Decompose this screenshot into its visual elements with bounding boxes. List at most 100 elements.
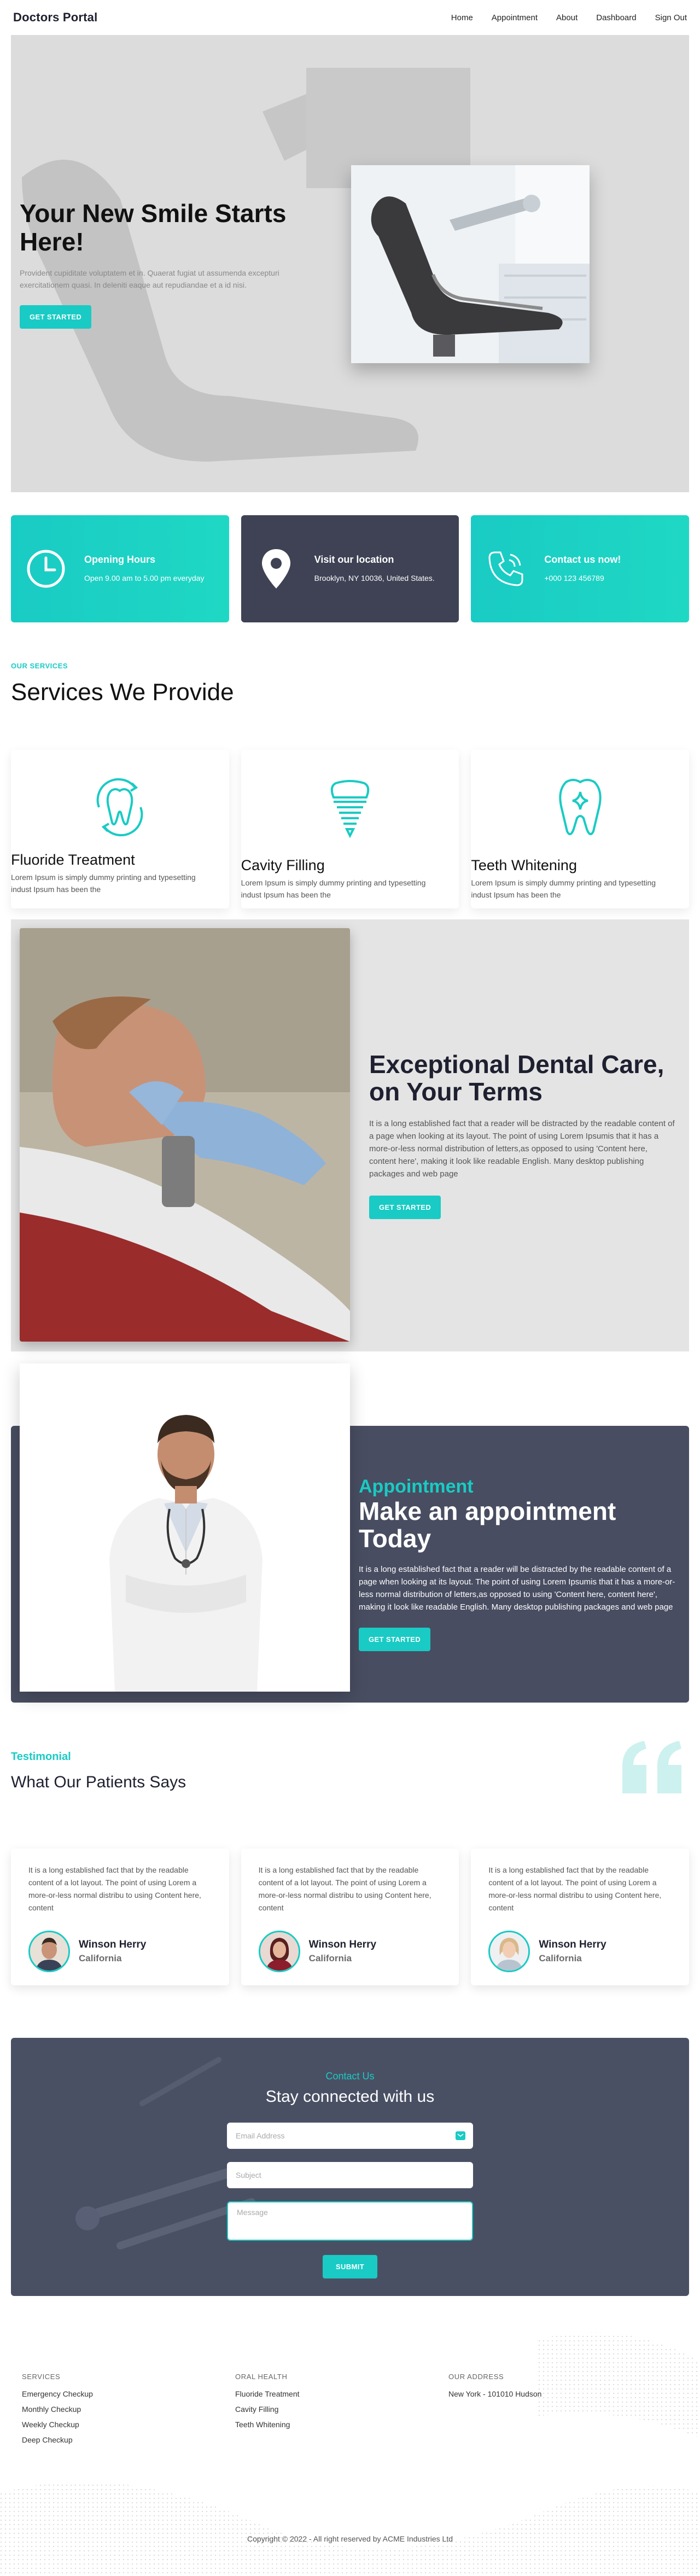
footer-column-oral-health: ORAL HEALTH Fluoride Treatment Cavity Fi… bbox=[235, 2373, 448, 2451]
exceptional-text-block: Exceptional Dental Care, on Your Terms I… bbox=[369, 1051, 675, 1219]
doctor-image bbox=[104, 1394, 268, 1692]
brand-logo[interactable]: Doctors Portal bbox=[13, 10, 97, 25]
message-field-wrapper bbox=[227, 2201, 473, 2241]
appointment-title: Make an appointment Today bbox=[359, 1497, 616, 1553]
testimonial-person: Winson Herry California bbox=[488, 1931, 672, 1972]
copyright-text: Copyright © 2022 - All right reserved by… bbox=[247, 2534, 453, 2543]
service-cards-row: Fluoride Treatment Lorem Ipsum is simply… bbox=[11, 750, 690, 908]
contact-card: Contact us now! +000 123 456789 bbox=[471, 515, 690, 622]
services-section: OUR SERVICES Services We Provide Fluorid… bbox=[0, 622, 700, 908]
testimonial-text: It is a long established fact that by th… bbox=[488, 1866, 662, 1912]
tooth-implant-icon bbox=[314, 772, 386, 843]
testimonial-cards-row: It is a long established fact that by th… bbox=[11, 1849, 690, 1985]
appointment-text-block: Appointment Make an appointment Today It… bbox=[359, 1476, 681, 1651]
hero-text-block: Your New Smile Starts Here! Provident cu… bbox=[20, 199, 326, 329]
testimonial-kicker: Testimonial bbox=[11, 1751, 71, 1763]
footer-columns: SERVICES Emergency Checkup Monthly Check… bbox=[22, 2373, 662, 2451]
info-card-text: Open 9.00 am to 5.00 pm everyday bbox=[84, 573, 205, 582]
hero-title: Your New Smile Starts Here! bbox=[20, 199, 287, 256]
service-description: Lorem Ipsum is simply dummy printing and… bbox=[11, 873, 196, 894]
hero-get-started-button[interactable]: GET STARTED bbox=[20, 305, 92, 329]
person-location: California bbox=[308, 1953, 352, 1963]
testimonial-person: Winson Herry California bbox=[258, 1931, 442, 1972]
footer-column-address: OUR ADDRESS New York - 101010 Hudson bbox=[448, 2373, 662, 2451]
footer-link[interactable]: Cavity Filling bbox=[235, 2405, 448, 2414]
appointment-body: It is a long established fact that a rea… bbox=[359, 1565, 675, 1612]
footer-column-services: SERVICES Emergency Checkup Monthly Check… bbox=[22, 2373, 235, 2451]
footer: SERVICES Emergency Checkup Monthly Check… bbox=[0, 2296, 700, 2576]
nav-link-about[interactable]: About bbox=[556, 13, 578, 22]
info-cards-row: Opening Hours Open 9.00 am to 5.00 pm ev… bbox=[11, 515, 690, 622]
subject-field-wrapper bbox=[227, 2162, 473, 2188]
service-description: Lorem Ipsum is simply dummy printing and… bbox=[241, 878, 426, 899]
nav-links: Home Appointment About Dashboard Sign Ou… bbox=[451, 13, 687, 22]
appointment-kicker: Appointment bbox=[359, 1476, 474, 1497]
hero-subtitle: Provident cupiditate voluptatem et in. Q… bbox=[20, 269, 279, 289]
contact-title: Stay connected with us bbox=[265, 2088, 435, 2106]
appointment-section: Appointment Make an appointment Today It… bbox=[11, 1363, 689, 1703]
testimonial-text: It is a long established fact that by th… bbox=[28, 1866, 201, 1912]
tooth-sparkle-icon bbox=[545, 772, 616, 843]
tooth-refresh-icon bbox=[84, 772, 155, 843]
footer-link[interactable]: Fluoride Treatment bbox=[235, 2389, 448, 2398]
map-pin-icon bbox=[254, 547, 298, 591]
footer-link[interactable]: Weekly Checkup bbox=[22, 2420, 235, 2429]
email-input[interactable] bbox=[227, 2123, 473, 2149]
testimonial-card: It is a long established fact that by th… bbox=[471, 1849, 690, 1985]
dental-chair-image bbox=[351, 165, 590, 363]
contact-section: Contact Us Stay connected with us SUBMIT bbox=[11, 2038, 689, 2296]
nav-link-sign-out[interactable]: Sign Out bbox=[655, 13, 687, 22]
nav-link-home[interactable]: Home bbox=[451, 13, 473, 22]
footer-link[interactable]: Teeth Whitening bbox=[235, 2420, 448, 2429]
footer-address: New York - 101010 Hudson bbox=[448, 2389, 542, 2398]
info-card-text: Brooklyn, NY 10036, United States. bbox=[314, 573, 435, 582]
info-card-text: +000 123 456789 bbox=[544, 573, 604, 582]
opening-hours-card: Opening Hours Open 9.00 am to 5.00 pm ev… bbox=[11, 515, 229, 622]
testimonial-title: What Our Patients Says bbox=[11, 1773, 186, 1791]
exceptional-title: Exceptional Dental Care, on Your Terms bbox=[369, 1050, 664, 1106]
service-name: Cavity Filling bbox=[241, 857, 325, 873]
testimonial-text: It is a long established fact that by th… bbox=[258, 1866, 431, 1912]
footer-link[interactable]: Emergency Checkup bbox=[22, 2389, 235, 2398]
exceptional-body: It is a long established fact that a rea… bbox=[369, 1119, 675, 1179]
service-name: Fluoride Treatment bbox=[11, 852, 135, 868]
avatar bbox=[488, 1931, 530, 1972]
footer-link[interactable]: Monthly Checkup bbox=[22, 2405, 235, 2414]
info-card-title: Contact us now! bbox=[544, 553, 621, 565]
footer-link[interactable]: Deep Checkup bbox=[22, 2435, 235, 2444]
email-field-wrapper bbox=[227, 2123, 473, 2149]
contact-form: Contact Us Stay connected with us SUBMIT bbox=[227, 2071, 473, 2278]
submit-button[interactable]: SUBMIT bbox=[322, 2255, 378, 2278]
avatar bbox=[28, 1931, 70, 1972]
subject-input[interactable] bbox=[227, 2162, 473, 2188]
services-title: Services We Provide bbox=[11, 679, 234, 706]
service-name: Teeth Whitening bbox=[471, 857, 577, 873]
testimonial-section: Testimonial What Our Patients Says It is… bbox=[0, 1703, 700, 1985]
service-card[interactable]: Teeth Whitening Lorem Ipsum is simply du… bbox=[471, 750, 690, 908]
footer-column-title: SERVICES bbox=[22, 2373, 61, 2381]
footer-column-title: OUR ADDRESS bbox=[448, 2373, 504, 2381]
nav-link-dashboard[interactable]: Dashboard bbox=[596, 13, 636, 22]
service-card[interactable]: Fluoride Treatment Lorem Ipsum is simply… bbox=[11, 750, 229, 908]
hero-section: Your New Smile Starts Here! Provident cu… bbox=[11, 35, 689, 492]
quote-icon bbox=[617, 1739, 688, 1802]
info-card-title: Opening Hours bbox=[84, 553, 155, 565]
service-description: Lorem Ipsum is simply dummy printing and… bbox=[471, 878, 656, 899]
person-name: Winson Herry bbox=[308, 1939, 377, 1950]
testimonial-card: It is a long established fact that by th… bbox=[11, 1849, 229, 1985]
phone-icon bbox=[484, 547, 528, 591]
footer-column-title: ORAL HEALTH bbox=[235, 2373, 288, 2381]
message-textarea[interactable] bbox=[228, 2202, 472, 2240]
testimonial-card: It is a long established fact that by th… bbox=[241, 1849, 459, 1985]
clock-icon bbox=[24, 547, 68, 591]
nav-link-appointment[interactable]: Appointment bbox=[492, 13, 538, 22]
appointment-get-started-button[interactable]: GET STARTED bbox=[359, 1628, 431, 1651]
patient-treatment-image bbox=[20, 928, 350, 1342]
email-badge-icon[interactable] bbox=[456, 2131, 465, 2143]
person-name: Winson Herry bbox=[79, 1939, 147, 1950]
location-card: Visit our location Brooklyn, NY 10036, U… bbox=[241, 515, 459, 622]
navbar: Doctors Portal Home Appointment About Da… bbox=[0, 0, 700, 35]
person-location: California bbox=[539, 1953, 582, 1963]
exceptional-get-started-button[interactable]: GET STARTED bbox=[369, 1196, 441, 1219]
service-card[interactable]: Cavity Filling Lorem Ipsum is simply dum… bbox=[241, 750, 459, 908]
